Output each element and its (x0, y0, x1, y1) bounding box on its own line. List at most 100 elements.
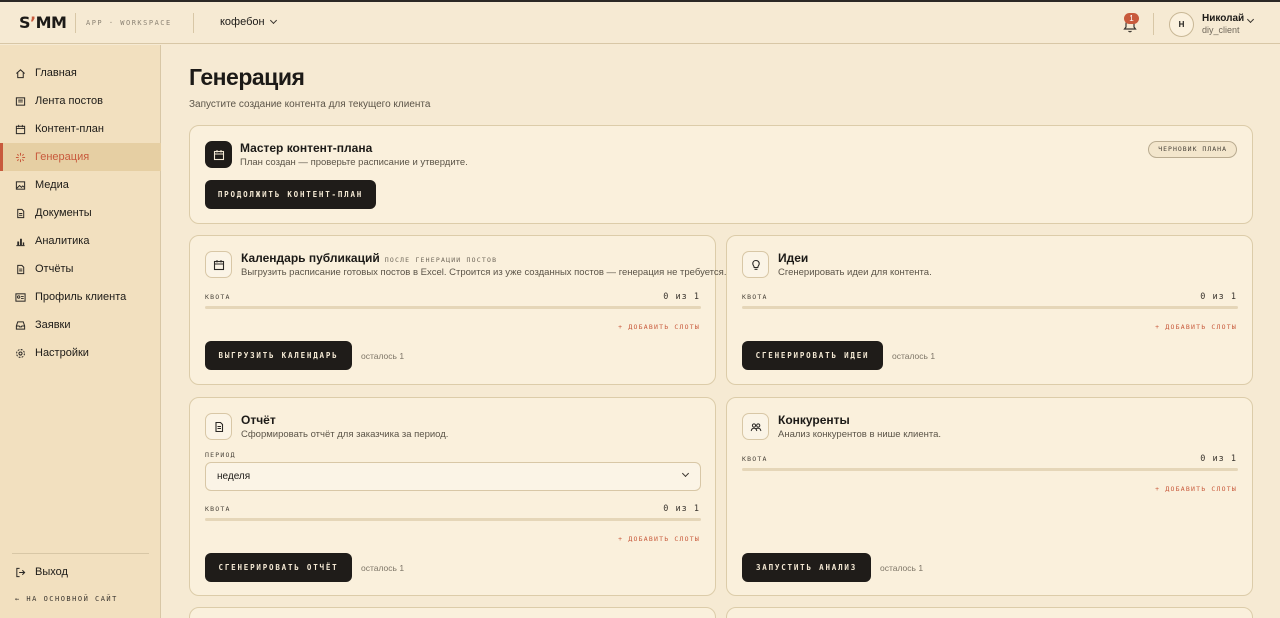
document-icon (17, 208, 25, 218)
sidebar-item-label: Заявки (35, 319, 71, 331)
app-header: S’MM APP · WORKSPACE кофебон 1 Н Николай… (0, 2, 1280, 44)
feed-icon (15, 96, 26, 106)
workspace-label: APP · WORKSPACE (86, 19, 172, 27)
sidebar-item-label: Генерация (35, 151, 90, 163)
card-description: Анализ конкурентов в нише клиента. (778, 429, 942, 440)
sidebar-item-label: Документы (35, 207, 92, 219)
chevron-down-icon (269, 16, 277, 25)
sidebar-item-label: Контент-план (35, 123, 104, 135)
avatar[interactable]: Н (1169, 12, 1194, 37)
quota-value: 0 из 1 (663, 504, 700, 514)
sidebar-item-label: Профиль клиента (35, 291, 127, 303)
chevron-down-icon (681, 469, 690, 478)
card-title-text: Календарь публикаций (241, 251, 380, 265)
add-slots-link[interactable]: + ДОБАВИТЬ СЛОТЫ (618, 535, 700, 543)
quota-bar (742, 468, 1238, 471)
sidebar-item-label: Лента постов (35, 95, 103, 107)
quota-value: 0 из 1 (1200, 292, 1237, 302)
publication-calendar-card: Календарь публикаций ПОСЛЕ ГЕНЕРАЦИИ ПОСТ… (189, 235, 726, 385)
next-card-partial (189, 607, 716, 618)
add-slots-link[interactable]: + ДОБАВИТЬ СЛОТЫ (618, 323, 700, 331)
card-icon (205, 413, 232, 440)
gear-icon (16, 348, 25, 358)
notification-badge: 1 (1124, 13, 1139, 24)
user-role: diy_client (1202, 25, 1240, 35)
user-name[interactable]: Николай (1202, 13, 1244, 24)
card-title: Мастер контент-плана (240, 141, 373, 155)
sidebar-item-settings[interactable]: Настройки (0, 339, 161, 367)
quota-label: КВОТА (205, 293, 231, 301)
sidebar-item-label: Отчёты (35, 263, 74, 275)
quota-bar (205, 306, 701, 309)
card-title: Идеи (778, 251, 809, 265)
client-name: кофебон (220, 16, 265, 28)
period-value: неделя (217, 471, 251, 482)
quota-label: КВОТА (742, 293, 768, 301)
card-title: Конкуренты (778, 413, 850, 427)
client-selector[interactable]: кофебон (220, 16, 277, 28)
divider (75, 13, 76, 33)
quota-label: КВОТА (205, 505, 231, 513)
card-title: Календарь публикаций ПОСЛЕ ГЕНЕРАЦИИ ПОСТ… (241, 251, 497, 265)
logout-icon (16, 567, 26, 577)
quota-bar (742, 306, 1238, 309)
sidebar-item-client-profile[interactable]: Профиль клиента (0, 283, 161, 311)
calendar-icon (213, 149, 224, 160)
sidebar-item-content-plan[interactable]: Контент-план (0, 115, 161, 143)
quota-value: 0 из 1 (1200, 454, 1237, 464)
calendar-icon (15, 124, 26, 134)
report-icon (17, 264, 25, 274)
sidebar-item-label: Медиа (35, 179, 69, 191)
run-analysis-button[interactable]: ЗАПУСТИТЬ АНАЛИЗ (742, 553, 871, 582)
main-site-link[interactable]: ← НА ОСНОВНОЙ САЙТ (15, 595, 118, 603)
sidebar-item-feed[interactable]: Лента постов (0, 87, 161, 115)
next-card-partial (726, 607, 1253, 618)
export-calendar-button[interactable]: ВЫГРУЗИТЬ КАЛЕНДАРЬ (205, 341, 352, 370)
card-icon (205, 141, 232, 168)
sparkle-icon (15, 152, 26, 162)
competitors-card: Конкуренты Анализ конкурентов в нише кли… (726, 397, 1253, 596)
quota-value: 0 из 1 (663, 292, 700, 302)
card-icon (205, 251, 232, 278)
period-label: ПЕРИОД (205, 451, 236, 459)
page-title: Генерация (189, 64, 305, 90)
sidebar-item-label: Главная (35, 67, 77, 79)
generate-ideas-button[interactable]: СГЕНЕРИРОВАТЬ ИДЕИ (742, 341, 883, 370)
profile-card-icon (15, 292, 26, 302)
ideas-card: Идеи Сгенерировать идеи для контента. КВ… (726, 235, 1253, 385)
generate-report-button[interactable]: СГЕНЕРИРОВАТЬ ОТЧЁТ (205, 553, 352, 582)
sidebar-item-generation[interactable]: Генерация (0, 143, 161, 171)
chevron-down-icon[interactable] (1246, 15, 1255, 24)
remaining-count: осталось 1 (361, 351, 405, 361)
lightbulb-icon (751, 259, 760, 270)
card-title: Отчёт (241, 413, 276, 427)
quota-bar (205, 518, 701, 521)
report-icon (214, 421, 223, 432)
sidebar-item-analytics[interactable]: Аналитика (0, 227, 161, 255)
card-icon (742, 251, 769, 278)
sidebar-item-requests[interactable]: Заявки (0, 311, 161, 339)
continue-content-plan-button[interactable]: ПРОДОЛЖИТЬ КОНТЕНТ-ПЛАН (205, 180, 376, 209)
add-slots-link[interactable]: + ДОБАВИТЬ СЛОТЫ (1155, 323, 1237, 331)
period-select[interactable]: неделя (205, 462, 701, 491)
add-slots-link[interactable]: + ДОБАВИТЬ СЛОТЫ (1155, 485, 1237, 493)
card-description: Сформировать отчёт для заказчика за пери… (241, 429, 449, 440)
page-subtitle: Запустите создание контента для текущего… (189, 99, 431, 110)
sidebar-item-reports[interactable]: Отчёты (0, 255, 161, 283)
divider (193, 13, 194, 33)
logout-button[interactable]: Выход (15, 566, 68, 578)
card-tag: ПОСЛЕ ГЕНЕРАЦИИ ПОСТОВ (384, 256, 498, 264)
inbox-icon (15, 320, 26, 330)
remaining-count: осталось 1 (361, 563, 405, 573)
remaining-count: осталось 1 (880, 563, 924, 573)
logo[interactable]: S’MM (19, 13, 67, 32)
remaining-count: осталось 1 (892, 351, 936, 361)
card-description: План создан — проверьте расписание и утв… (240, 157, 468, 168)
sidebar-item-home[interactable]: Главная (0, 59, 161, 87)
users-icon (750, 422, 761, 431)
status-badge: ЧЕРНОВИК ПЛАНА (1148, 141, 1237, 158)
calendar-icon (213, 259, 224, 270)
sidebar-item-media[interactable]: Медиа (0, 171, 161, 199)
sidebar-item-documents[interactable]: Документы (0, 199, 161, 227)
divider (12, 553, 149, 554)
